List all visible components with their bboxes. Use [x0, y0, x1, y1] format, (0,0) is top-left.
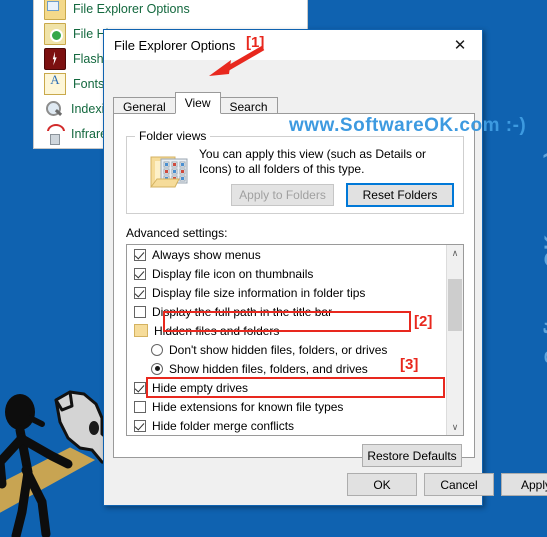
- watermark-horizontal: www.SoftwareOK.com :-): [289, 115, 527, 136]
- list-item-hide-protected-os-files[interactable]: Hide protected operating system files (R…: [127, 435, 463, 436]
- list-item-label: Show hidden files, folders, and drives: [169, 361, 368, 376]
- close-icon[interactable]: ✕: [438, 30, 482, 59]
- indexing-options-icon: [44, 99, 64, 119]
- checkbox-icon[interactable]: [134, 381, 146, 394]
- infrared-icon: [44, 124, 64, 145]
- listbox-scrollbar[interactable]: ∧ ∨: [446, 245, 463, 435]
- list-item-group-header: Hidden files and folders: [127, 321, 463, 340]
- folder-views-icon: [150, 156, 188, 188]
- control-panel-item-label: Fonts: [73, 76, 105, 91]
- scroll-up-icon[interactable]: ∧: [447, 245, 463, 261]
- list-item-label: Display the full path in the title bar: [152, 304, 333, 319]
- folder-icon: [134, 324, 148, 337]
- control-panel-item-file-explorer-options[interactable]: File Explorer Options: [34, 0, 307, 21]
- annotation-label-3: [3]: [400, 356, 419, 373]
- list-item-label: Display file icon on thumbnails: [152, 266, 314, 281]
- radio-icon[interactable]: [151, 343, 163, 356]
- ok-button[interactable]: OK: [347, 473, 417, 496]
- folder-views-group: Folder views You can apply this view (su…: [126, 129, 464, 214]
- checkbox-icon[interactable]: [134, 248, 146, 261]
- view-tab-panel: Folder views You can apply this view (su…: [113, 113, 475, 467]
- list-item-label: Always show menus: [152, 247, 261, 262]
- annotation-label-1: [1]: [246, 34, 265, 51]
- checkbox-icon[interactable]: [134, 419, 146, 432]
- checkbox-icon[interactable]: [134, 286, 146, 299]
- dialog-body: General View Search www.SoftwareOK.com :…: [104, 60, 547, 505]
- advanced-settings-listbox[interactable]: Always show menus Display file icon on t…: [126, 244, 464, 436]
- folder-views-description: You can apply this view (such as Details…: [199, 147, 427, 176]
- apply-button[interactable]: Apply: [501, 473, 547, 496]
- tab-strip: General View Search: [113, 92, 278, 116]
- tab-view[interactable]: View: [174, 92, 221, 114]
- file-history-icon: [44, 22, 66, 45]
- advanced-settings-label: Advanced settings:: [126, 226, 228, 240]
- watermark-vertical: www.SoftwareOK.com :-): [541, 150, 547, 423]
- list-item-label: Hide folder merge conflicts: [152, 418, 295, 433]
- list-item[interactable]: Always show menus: [127, 245, 463, 264]
- list-item[interactable]: Hide folder merge conflicts: [127, 416, 463, 435]
- checkbox-icon[interactable]: [134, 400, 146, 413]
- list-item[interactable]: Hide extensions for known file types: [127, 397, 463, 416]
- radio-icon[interactable]: [151, 362, 163, 375]
- list-item[interactable]: Display the full path in the title bar: [127, 302, 463, 321]
- checkbox-icon[interactable]: [134, 305, 146, 318]
- list-item-label: Hidden files and folders: [154, 323, 280, 338]
- file-explorer-options-dialog: File Explorer Options ✕ General View Sea…: [103, 29, 547, 506]
- list-item[interactable]: Display file size information in folder …: [127, 283, 463, 302]
- annotation-label-2: [2]: [414, 313, 433, 330]
- flash-player-icon: [44, 47, 66, 70]
- apply-to-folders-button[interactable]: Apply to Folders: [231, 184, 334, 206]
- reset-folders-button[interactable]: Reset Folders: [346, 183, 454, 207]
- file-explorer-options-icon: [44, 0, 66, 20]
- checkbox-icon[interactable]: [134, 267, 146, 280]
- cancel-button[interactable]: Cancel: [424, 473, 494, 496]
- scrollbar-thumb[interactable]: [448, 279, 462, 331]
- control-panel-item-label: File Explorer Options: [73, 1, 190, 16]
- fonts-icon: [44, 72, 66, 95]
- dialog-footer: OK Cancel Apply: [104, 459, 547, 505]
- list-item[interactable]: Display file icon on thumbnails: [127, 264, 463, 283]
- screenshot-root: File Explorer Options File His Flash P F…: [0, 0, 547, 537]
- list-item-label: Hide empty drives: [152, 380, 249, 395]
- list-item[interactable]: Hide empty drives: [127, 378, 463, 397]
- list-item-label: Hide extensions for known file types: [152, 399, 344, 414]
- scroll-down-icon[interactable]: ∨: [447, 419, 463, 435]
- dialog-title-bar: File Explorer Options ✕: [104, 30, 482, 60]
- folder-views-legend: Folder views: [135, 129, 211, 143]
- list-item-label: Don't show hidden files, folders, or dri…: [169, 342, 388, 357]
- list-item-label: Display file size information in folder …: [152, 285, 366, 300]
